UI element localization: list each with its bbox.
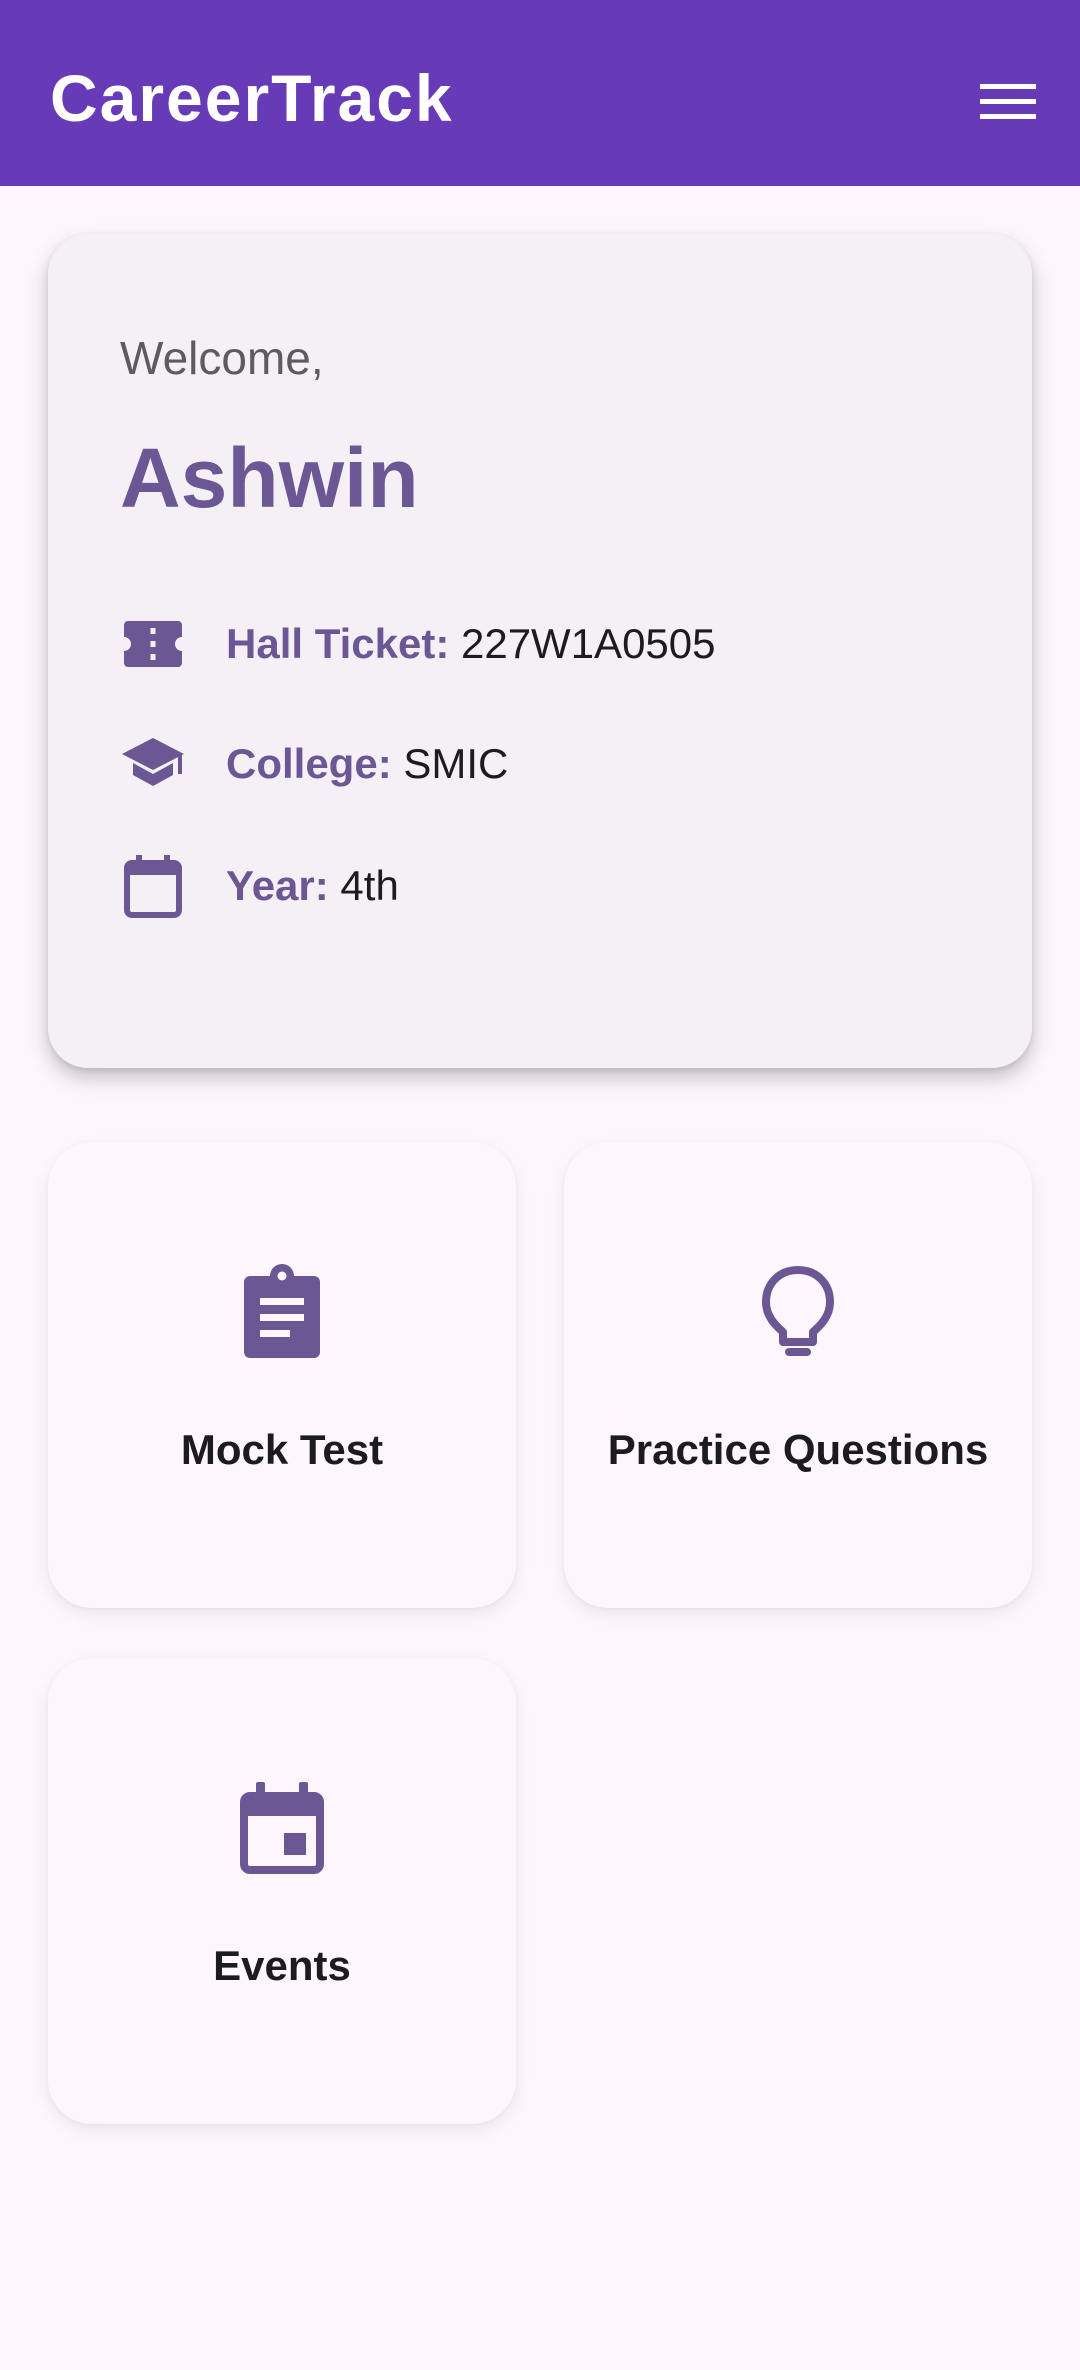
college-row: College: SMIC — [120, 728, 508, 800]
college-label: College: — [226, 740, 392, 787]
practice-questions-label: Practice Questions — [607, 1426, 989, 1473]
college-text: College: SMIC — [226, 740, 508, 788]
hall-ticket-row: Hall Ticket: 227W1A0505 — [120, 608, 716, 680]
mock-test-tile[interactable]: Mock Test — [48, 1142, 516, 1608]
welcome-greeting: Welcome, — [120, 332, 324, 384]
year-label: Year: — [226, 862, 329, 909]
hall-ticket-text: Hall Ticket: 227W1A0505 — [226, 620, 716, 668]
hamburger-menu-icon — [980, 84, 1036, 119]
mock-test-label: Mock Test — [180, 1426, 384, 1473]
hall-ticket-label: Hall Ticket: — [226, 620, 450, 667]
ticket-icon — [120, 611, 186, 677]
menu-button[interactable] — [968, 72, 1048, 132]
events-tile[interactable]: Events — [48, 1658, 516, 2124]
event-calendar-icon — [240, 1782, 324, 1874]
app-bar: CareerTrack — [0, 0, 1080, 186]
hall-ticket-value: 227W1A0505 — [449, 620, 716, 667]
year-value: 4th — [328, 862, 399, 909]
clipboard-icon — [244, 1264, 320, 1358]
lightbulb-icon — [762, 1266, 834, 1356]
year-row: Year: 4th — [120, 850, 399, 922]
graduation-cap-icon — [120, 731, 186, 797]
app-title: CareerTrack — [50, 61, 454, 135]
calendar-icon — [120, 853, 186, 919]
events-label: Events — [213, 1942, 351, 1989]
user-name: Ashwin — [120, 431, 419, 525]
year-text: Year: 4th — [226, 862, 399, 910]
college-value: SMIC — [391, 740, 509, 787]
practice-questions-tile[interactable]: Practice Questions — [564, 1142, 1032, 1608]
profile-card: Welcome, Ashwin Hall Ticket: 227W1A0505 … — [48, 234, 1032, 1068]
